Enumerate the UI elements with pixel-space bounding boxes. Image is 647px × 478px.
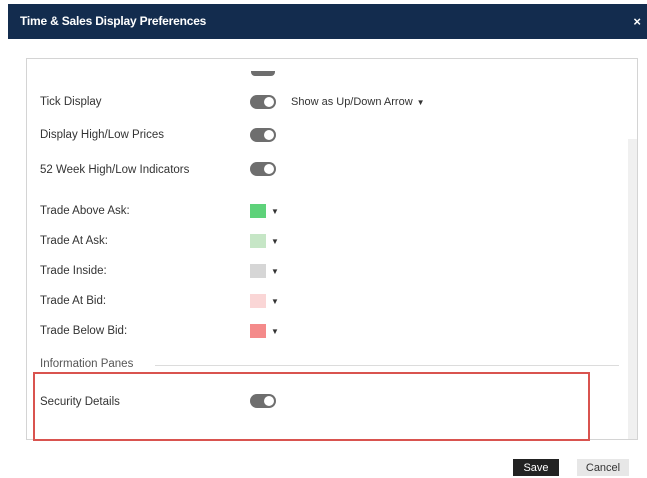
section-divider [155,365,619,366]
information-panes-header: Information Panes [40,358,134,370]
vertical-scrollbar[interactable] [628,139,637,439]
trade-at-ask-label: Trade At Ask: [40,235,108,247]
trade-at-ask-swatch[interactable] [250,234,266,248]
tick-display-label: Tick Display [40,96,102,108]
display-high-low-toggle[interactable] [250,128,276,142]
trade-below-bid-swatch[interactable] [250,324,266,338]
caret-down-icon[interactable]: ▼ [271,267,279,276]
highlight-annotation-box [33,372,590,441]
caret-down-icon[interactable]: ▼ [271,207,279,216]
trade-inside-label: Trade Inside: [40,265,107,277]
caret-down-icon[interactable]: ▼ [271,237,279,246]
caret-down-icon: ▼ [416,98,425,107]
trade-below-bid-label: Trade Below Bid: [40,325,128,337]
tick-display-toggle[interactable] [250,95,276,109]
tick-display-dropdown-value: Show as Up/Down Arrow [291,96,413,108]
display-high-low-label: Display High/Low Prices [40,129,164,141]
trade-at-bid-label: Trade At Bid: [40,295,107,307]
trade-at-bid-swatch[interactable] [250,294,266,308]
cancel-button[interactable]: Cancel [577,459,629,476]
toggle-switch-partial[interactable] [251,71,275,76]
dialog-titlebar: Time & Sales Display Preferences × [8,4,647,39]
close-icon[interactable]: × [633,4,641,39]
save-button[interactable]: Save [513,459,559,476]
dialog-title: Time & Sales Display Preferences [20,14,207,28]
caret-down-icon[interactable]: ▼ [271,327,279,336]
week52-indicators-toggle[interactable] [250,162,276,176]
trade-above-ask-label: Trade Above Ask: [40,205,130,217]
trade-inside-swatch[interactable] [250,264,266,278]
caret-down-icon[interactable]: ▼ [271,297,279,306]
week52-indicators-label: 52 Week High/Low Indicators [40,164,190,176]
trade-above-ask-swatch[interactable] [250,204,266,218]
tick-display-dropdown[interactable]: Show as Up/Down Arrow ▼ [291,96,425,108]
